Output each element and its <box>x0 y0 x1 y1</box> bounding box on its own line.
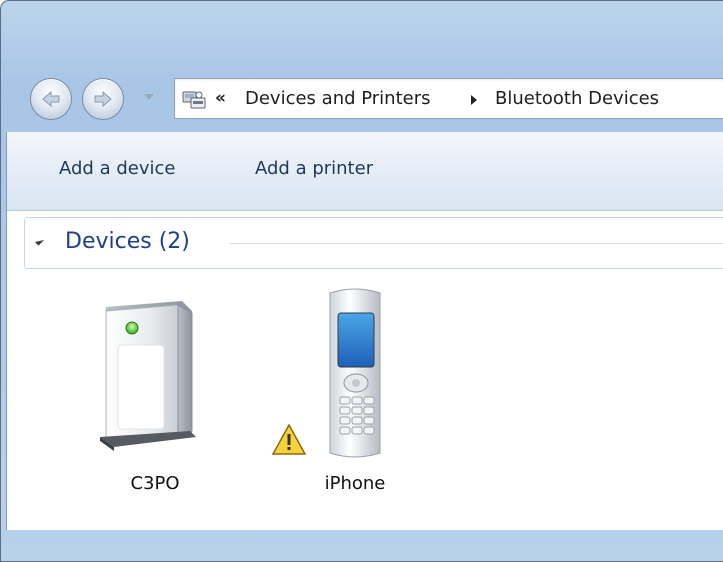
warning-icon <box>271 423 307 455</box>
address-bar[interactable]: « Devices and Printers Bluetooth Devices <box>174 78 723 119</box>
add-device-button[interactable]: Add a device <box>59 158 175 179</box>
device-label: C3PO <box>130 473 180 494</box>
device-label: iPhone <box>324 473 386 494</box>
add-printer-button[interactable]: Add a printer <box>255 158 373 179</box>
recent-pages-dropdown[interactable] <box>144 94 154 100</box>
forward-arrow-icon <box>94 90 112 108</box>
back-arrow-icon <box>42 90 60 108</box>
command-bar: Add a device Add a printer <box>7 132 723 211</box>
device-item-c3po[interactable]: C3PO <box>70 285 240 505</box>
forward-button[interactable] <box>82 78 124 120</box>
navigation-bar: « Devices and Printers Bluetooth Devices <box>14 68 723 130</box>
breadcrumb-overflow[interactable]: « <box>215 88 226 108</box>
breadcrumb-bluetooth-devices[interactable]: Bluetooth Devices <box>495 88 659 109</box>
computer-tower-icon <box>100 301 196 451</box>
devices-printers-icon <box>182 91 206 109</box>
group-divider <box>230 243 723 244</box>
devices-group-header[interactable]: Devices (2) <box>24 217 723 269</box>
device-item-iphone[interactable]: iPhone <box>270 285 440 505</box>
collapse-triangle-icon[interactable] <box>34 236 45 246</box>
breadcrumb-separator-icon[interactable] <box>471 95 477 105</box>
breadcrumb-devices-and-printers[interactable]: Devices and Printers <box>245 88 431 109</box>
group-title: Devices (2) <box>65 229 190 254</box>
back-button[interactable] <box>30 78 72 120</box>
